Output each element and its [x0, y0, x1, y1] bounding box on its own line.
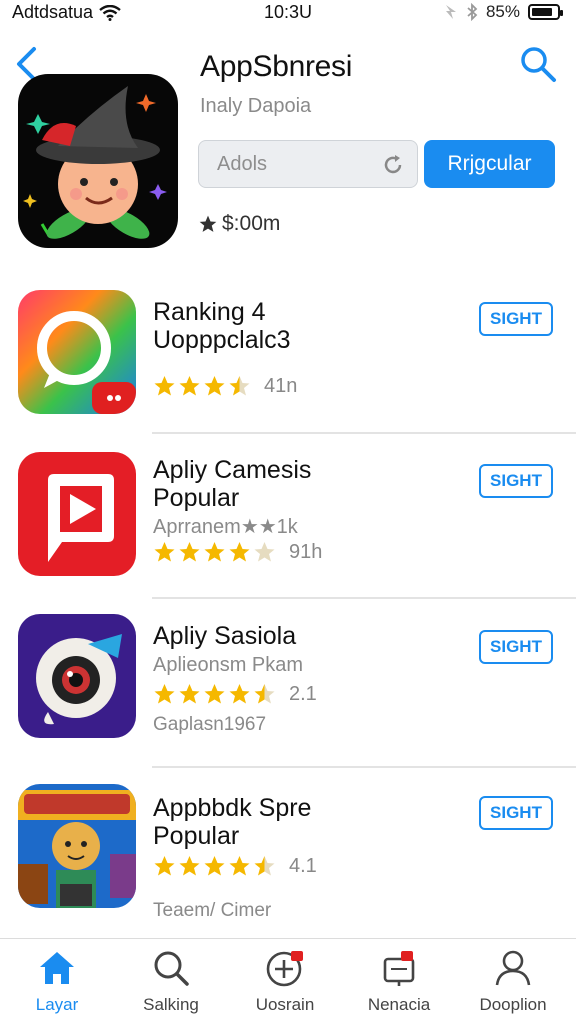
tab-label: Nenacia — [367, 995, 431, 1014]
featured-rating-text: $:00m — [222, 212, 281, 235]
star-icon — [204, 684, 225, 704]
tab-label: Salking — [143, 995, 199, 1014]
star-icon — [199, 215, 217, 232]
app-subtitle: Aprranem★★1k — [153, 516, 298, 538]
rating-stars: 41n — [152, 374, 297, 398]
list-item[interactable]: Apliy Sasiola Aplieonsm Pkam 2.1 Gaplasn… — [0, 612, 576, 772]
list-item[interactable]: Appbbdk Spre Popular 4.1 Teaem/ Cimer SI… — [0, 782, 576, 942]
tab-label: Layar — [35, 995, 79, 1014]
star-icon — [204, 542, 225, 562]
status-right: 85% — [444, 2, 563, 22]
tab-label: Uosrain — [255, 995, 315, 1014]
star-icon — [204, 376, 225, 396]
search-input[interactable] — [199, 141, 369, 187]
app-title-line-2: Uopppclalc3 — [153, 326, 291, 354]
tab-updates[interactable]: Uosrain — [230, 949, 340, 1015]
search-field[interactable] — [198, 140, 418, 188]
star-icon — [179, 856, 200, 876]
rating-stars: 4.1 — [152, 854, 317, 878]
tab-news[interactable]: Nenacia — [344, 949, 454, 1015]
rating-stars: 91h — [152, 540, 322, 564]
star-icon — [204, 856, 225, 876]
rating-value: 41n — [264, 374, 298, 397]
plus-circle-icon — [266, 951, 303, 987]
game-character-icon — [18, 784, 136, 908]
get-button[interactable]: SIGHT — [479, 302, 553, 336]
star-icon — [229, 684, 250, 704]
star-icon — [254, 684, 275, 704]
battery-level — [532, 8, 552, 16]
star-icon — [229, 542, 250, 562]
star-icon — [154, 856, 175, 876]
search-icon — [154, 951, 189, 986]
wizard-character-icon — [23, 86, 167, 239]
tab-label: Dooplion — [479, 995, 547, 1014]
tab-home[interactable]: Layar — [2, 949, 112, 1015]
game-character-app-icon[interactable] — [18, 784, 136, 908]
bluetooth-icon — [467, 3, 478, 21]
star-icon — [254, 856, 275, 876]
home-icon — [40, 952, 74, 984]
page-subtitle: Inaly Dapoia — [200, 95, 312, 117]
chat-bubble-icon — [18, 290, 136, 414]
get-button[interactable]: SIGHT — [479, 464, 553, 498]
featured-app-icon[interactable] — [18, 74, 178, 248]
search-icon[interactable] — [518, 44, 558, 84]
video-play-app-icon[interactable] — [18, 452, 136, 576]
camera-bot-icon — [18, 614, 136, 738]
app-meta: Gaplasn1967 — [153, 714, 267, 735]
divider — [152, 766, 576, 768]
list-item[interactable]: Ranking 4 Uopppclalc3 41n SIGHT — [0, 288, 576, 448]
app-title-line-2: Popular — [153, 484, 240, 512]
location-icon — [445, 5, 456, 19]
app-title-line-1: Apliy Camesis — [153, 456, 312, 484]
rating-stars: 2.1 — [152, 682, 317, 706]
star-icon — [179, 376, 200, 396]
star-icon — [254, 542, 275, 562]
divider — [152, 432, 576, 434]
get-button[interactable]: SIGHT — [479, 796, 553, 830]
app-title-line-2: Popular — [153, 822, 240, 850]
chat-bubble-app-icon[interactable] — [18, 290, 136, 414]
tab-search[interactable]: Salking — [116, 949, 226, 1015]
popular-button[interactable]: Rrjgcular — [424, 140, 555, 188]
app-meta: Teaem/ Cimer — [153, 900, 272, 921]
app-title-line-1: Appbbdk Spre — [153, 794, 312, 822]
page-title: AppSbnresi — [200, 50, 353, 83]
status-bar: Adtdsatua 10:3U 85% — [0, 0, 576, 26]
rating-value: 4.1 — [289, 854, 317, 877]
battery-icon — [528, 4, 563, 20]
app-title-line-1: Ranking 4 — [153, 298, 266, 326]
get-button[interactable]: SIGHT — [479, 630, 553, 664]
camera-bot-app-icon[interactable] — [18, 614, 136, 738]
list-item[interactable]: Apliy Camesis Popular Aprranem★★1k 91h S… — [0, 448, 576, 608]
star-icon — [179, 542, 200, 562]
app-subtitle: Aplieonsm Pkam — [153, 654, 304, 676]
star-icon — [229, 376, 250, 396]
divider — [152, 597, 576, 599]
star-icon — [154, 684, 175, 704]
video-play-icon — [18, 452, 136, 576]
star-icon — [154, 376, 175, 396]
battery-percent: 85% — [485, 2, 520, 21]
star-icon — [229, 856, 250, 876]
rating-value: 91h — [289, 540, 323, 563]
tab-profile[interactable]: Dooplion — [458, 949, 568, 1015]
rating-value: 2.1 — [289, 682, 317, 705]
news-icon — [383, 951, 415, 986]
star-icon — [179, 684, 200, 704]
tab-bar: Layar Salking Uosrain Nenacia Dooplion — [0, 938, 576, 1024]
refresh-icon[interactable] — [381, 153, 405, 177]
app-title: Apliy Sasiola — [153, 622, 297, 650]
featured-rating: $:00m — [198, 212, 280, 236]
profile-icon — [495, 950, 531, 986]
star-icon — [154, 542, 175, 562]
